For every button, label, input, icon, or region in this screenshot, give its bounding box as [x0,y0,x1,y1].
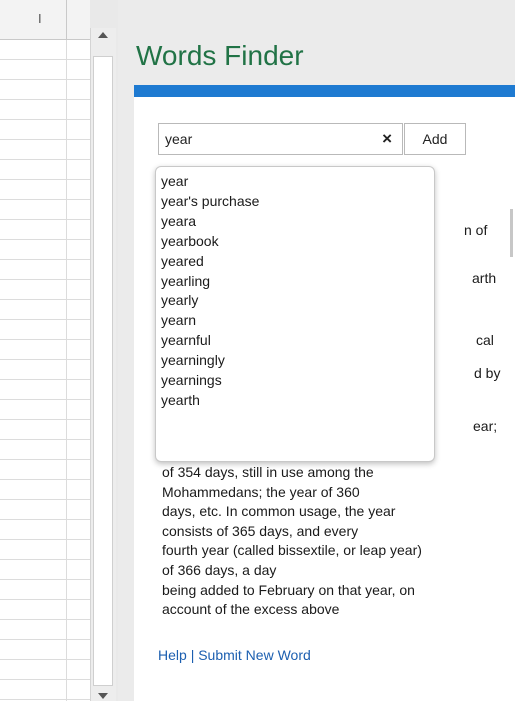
definition-fragment: arth [472,270,497,286]
suggestion-item[interactable]: yearth [161,391,434,411]
suggestion-item[interactable]: yearn [161,311,434,331]
suggestion-item[interactable]: yearly [161,291,434,311]
grid-row-line [0,299,90,300]
help-link[interactable]: Help [158,647,187,663]
definition-scroll-edge [510,209,513,257]
definition-fragment: n of [464,222,488,238]
suggestion-item[interactable]: yearnful [161,331,434,351]
definition-fragment: cal [476,332,494,348]
definition-line: Mohammedans; the year of 360 [162,483,360,500]
grid-row-line [0,519,90,520]
pane-title: Words Finder [136,40,304,71]
grid-row-line [0,659,90,660]
grid-row-line [0,339,90,340]
column-header-label[interactable]: I [38,11,42,26]
suggestion-item[interactable]: yeara [161,212,434,232]
grid-row-line [0,279,90,280]
search-input[interactable] [159,124,364,154]
grid-row-line [0,219,90,220]
grid-row-line [0,179,90,180]
scroll-down-arrow-icon[interactable] [98,693,108,699]
grid-row-line [0,139,90,140]
grid-row-line [0,699,90,700]
footer-links: Help | Submit New Word [158,647,311,663]
grid-row-line [0,259,90,260]
grid-row-line [0,239,90,240]
grid-row-line [0,559,90,560]
column-header-row: I [0,0,90,40]
definition-text: of 354 days, still in use among the Moha… [162,463,512,620]
definition-line: days, etc. In common usage, the year [162,503,396,520]
suggestion-list: year year's purchase yeara yearbook year… [161,172,434,411]
suggestion-item[interactable]: year [161,172,434,192]
grid-row-line [0,379,90,380]
grid-row-line [0,59,90,60]
suggestion-item[interactable]: yearbook [161,232,434,252]
title-accent-bar [134,85,515,97]
definition-fragment: ear; [473,418,498,434]
vertical-scrollbar[interactable] [90,28,116,701]
definition-line: of 366 days, a day [162,561,277,578]
grid-rows[interactable] [0,40,90,701]
grid-row-line [0,499,90,500]
definition-line: of 354 days, still in use among the [162,464,374,480]
suggestion-item[interactable]: yearningly [161,351,434,371]
search-box[interactable]: × [158,123,403,155]
grid-row-line [0,439,90,440]
definition-line: consists of 365 days, and every [162,522,359,539]
grid-row-line [0,599,90,600]
footer-separator: | [190,647,195,663]
grid-row-line [0,479,90,480]
suggestion-item[interactable]: yearnings [161,371,434,391]
grid-row-line [0,359,90,360]
scroll-up-arrow-icon[interactable] [98,32,108,38]
grid-row-line [0,639,90,640]
suggestion-item[interactable]: yeared [161,252,434,272]
grid-row-line [0,199,90,200]
definition-line: fourth year (called bissextile, or leap … [162,542,422,559]
scrollbar-thumb[interactable] [93,56,113,686]
definition-line: account of the excess above [162,601,340,618]
grid-row-line [0,419,90,420]
grid-row-line [0,579,90,580]
suggestion-item[interactable]: year's purchase [161,192,434,212]
grid-row-line [0,399,90,400]
column-divider [66,0,67,40]
grid-row-line [0,459,90,460]
spreadsheet-grid: I [0,0,90,701]
grid-row-line [0,159,90,160]
autocomplete-dropdown: year year's purchase yeara yearbook year… [155,166,435,462]
definition-line: being added to February on that year, on [162,581,415,598]
grid-row-line [0,79,90,80]
clear-icon[interactable]: × [382,129,392,149]
grid-row-line [0,319,90,320]
definition-fragment: d by [474,365,501,381]
submit-new-word-link[interactable]: Submit New Word [198,647,311,663]
grid-row-line [0,539,90,540]
grid-row-line [0,679,90,680]
suggestion-item[interactable]: yearling [161,272,434,292]
add-button[interactable]: Add [404,123,466,155]
grid-row-line [0,99,90,100]
grid-row-line [0,619,90,620]
grid-row-line [0,119,90,120]
